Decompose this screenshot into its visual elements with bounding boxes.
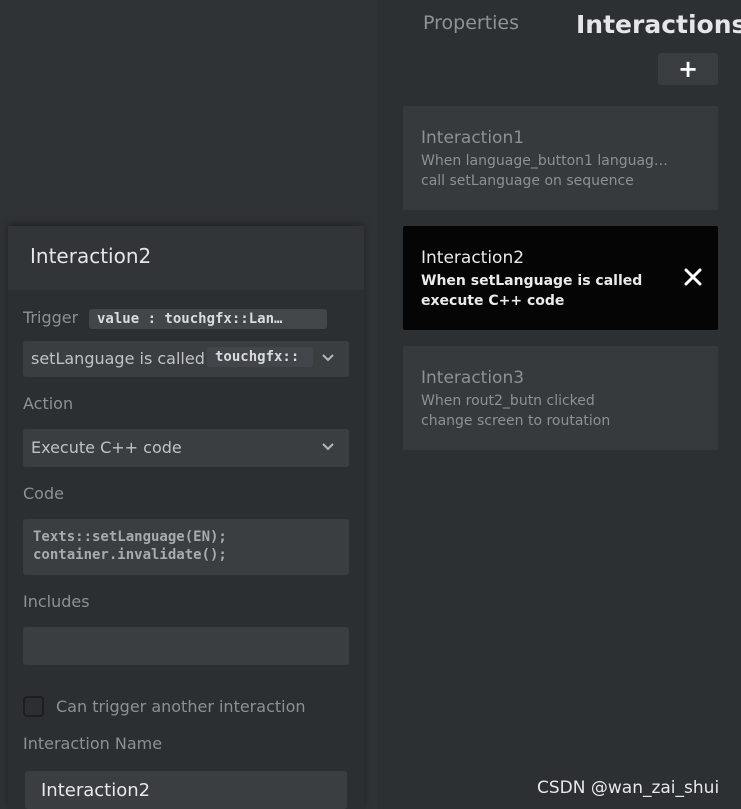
can-trigger-checkbox[interactable] — [23, 696, 44, 717]
chevron-down-icon — [321, 442, 335, 452]
tab-properties[interactable]: Properties — [423, 12, 519, 34]
action-value: Execute C++ code — [31, 438, 182, 457]
interaction-card-2[interactable]: Interaction2 When setLanguage is called … — [403, 226, 718, 330]
watermark: CSDN @wan_zai_shui — [537, 778, 720, 798]
interaction-name-value: Interaction2 — [41, 780, 151, 801]
trigger-value: setLanguage is called — [31, 349, 205, 368]
includes-label: Includes — [23, 592, 90, 611]
interaction-card-title: Interaction1 — [421, 128, 525, 148]
interaction-card-trigger: When language_button1 languag… — [421, 153, 668, 169]
action-label: Action — [23, 394, 74, 413]
chevron-down-icon — [321, 353, 335, 363]
code-editor[interactable]: Texts::setLanguage(EN); container.invali… — [23, 519, 349, 575]
interaction-card-1[interactable]: Interaction1 When language_button1 langu… — [403, 106, 718, 210]
trigger-label: Trigger — [23, 308, 79, 327]
interaction-card-title: Interaction3 — [421, 368, 525, 388]
editor-header: Interaction2 — [8, 226, 364, 290]
interaction-card-action: call setLanguage on sequence — [421, 173, 634, 189]
interaction-card-trigger: When rout2_butn clicked — [421, 393, 595, 409]
includes-input[interactable] — [23, 627, 349, 665]
trigger-select[interactable]: setLanguage is called touchgfx:: — [23, 341, 349, 377]
code-line: Texts::setLanguage(EN); — [33, 529, 227, 545]
trigger-type-chip: touchgfx:: — [207, 347, 313, 367]
can-trigger-label: Can trigger another interaction — [56, 697, 306, 716]
code-line: container.invalidate(); — [33, 547, 227, 563]
interaction-card-action: execute C++ code — [421, 293, 565, 309]
add-interaction-button[interactable]: + — [658, 53, 718, 85]
interaction-name-input[interactable]: Interaction2 — [25, 771, 347, 809]
interaction-card-trigger: When setLanguage is called — [421, 273, 643, 289]
tab-interactions[interactable]: Interactions — [576, 10, 741, 39]
interaction-card-3[interactable]: Interaction3 When rout2_butn clicked cha… — [403, 346, 718, 450]
close-icon[interactable] — [684, 268, 702, 286]
interaction-name-label: Interaction Name — [23, 734, 163, 753]
interaction-card-action: change screen to routation — [421, 413, 611, 429]
interaction-card-title: Interaction2 — [421, 248, 525, 268]
trigger-param-chip: value : touchgfx::Lan… — [89, 309, 327, 329]
action-select[interactable]: Execute C++ code — [23, 429, 349, 467]
editor-title: Interaction2 — [30, 244, 152, 268]
interaction-editor: Interaction2 Trigger value : touchgfx::L… — [8, 226, 364, 809]
code-label: Code — [23, 484, 64, 503]
